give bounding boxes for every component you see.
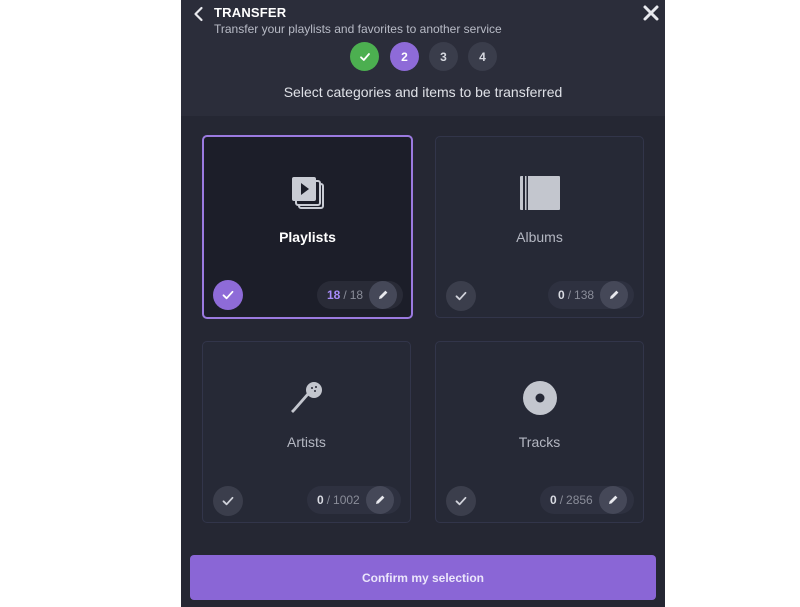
count-separator: / xyxy=(567,288,572,302)
pencil-icon xyxy=(610,290,619,299)
total-count: 2856 xyxy=(566,493,593,507)
total-count: 138 xyxy=(574,288,595,302)
select-toggle[interactable] xyxy=(213,486,243,516)
selected-count: 18 xyxy=(327,288,341,302)
check-icon xyxy=(222,290,234,300)
check-icon xyxy=(455,496,467,506)
category-card-tracks[interactable]: Tracks 0 / 2856 xyxy=(435,341,644,523)
category-card-artists[interactable]: Artists 0 / 1002 xyxy=(202,341,411,523)
page-subtitle: Transfer your playlists and favorites to… xyxy=(214,22,502,36)
category-card-playlists[interactable]: Playlists 18 / 18 xyxy=(202,135,413,319)
category-label: Albums xyxy=(516,229,563,245)
selected-count: 0 xyxy=(317,493,324,507)
disc-icon xyxy=(522,381,557,415)
category-card-albums[interactable]: Albums 0 / 138 xyxy=(435,136,644,318)
count-separator: / xyxy=(343,288,347,302)
transfer-panel: TRANSFER Transfer your playlists and fav… xyxy=(181,0,665,607)
count-separator: / xyxy=(326,493,331,507)
item-counter: 0 / 1002 xyxy=(307,486,401,514)
pencil-icon xyxy=(375,495,385,504)
item-counter: 18 / 18 xyxy=(317,281,403,309)
pencil-icon xyxy=(379,290,388,299)
select-toggle[interactable] xyxy=(446,486,476,516)
count-separator: / xyxy=(559,493,564,507)
step-3: 3 xyxy=(429,42,458,71)
page-title: TRANSFER xyxy=(214,5,287,20)
category-label: Tracks xyxy=(518,434,561,450)
check-icon xyxy=(359,52,370,61)
pencil-icon xyxy=(608,495,618,504)
selected-count: 0 xyxy=(550,493,557,507)
instruction-text: Select categories and items to be transf… xyxy=(283,84,563,100)
edit-button[interactable] xyxy=(600,281,629,309)
step-1 xyxy=(350,42,379,71)
album-icon xyxy=(519,176,560,210)
close-icon xyxy=(643,5,659,21)
edit-button[interactable] xyxy=(365,486,394,514)
back-button[interactable] xyxy=(189,4,209,24)
item-counter: 0 / 138 xyxy=(548,281,634,309)
check-icon xyxy=(222,496,234,506)
close-button[interactable] xyxy=(641,3,661,23)
step-2: 2 xyxy=(390,42,419,71)
header: TRANSFER Transfer your playlists and fav… xyxy=(181,0,665,116)
edit-button[interactable] xyxy=(369,281,398,309)
total-count: 1002 xyxy=(333,493,360,507)
category-label: Artists xyxy=(287,434,326,450)
select-toggle[interactable] xyxy=(213,280,243,310)
playlist-icon xyxy=(291,177,324,209)
step-4: 4 xyxy=(468,42,497,71)
check-icon xyxy=(455,291,467,301)
category-label: Playlists xyxy=(279,229,336,245)
chevron-left-icon xyxy=(194,6,203,22)
selected-count: 0 xyxy=(558,288,565,302)
select-toggle[interactable] xyxy=(446,281,476,311)
edit-button[interactable] xyxy=(598,486,627,514)
item-counter: 0 / 2856 xyxy=(540,486,634,514)
confirm-selection-button[interactable]: Confirm my selection xyxy=(190,555,656,600)
total-count: 18 xyxy=(349,288,364,302)
microphone-icon xyxy=(290,382,322,413)
